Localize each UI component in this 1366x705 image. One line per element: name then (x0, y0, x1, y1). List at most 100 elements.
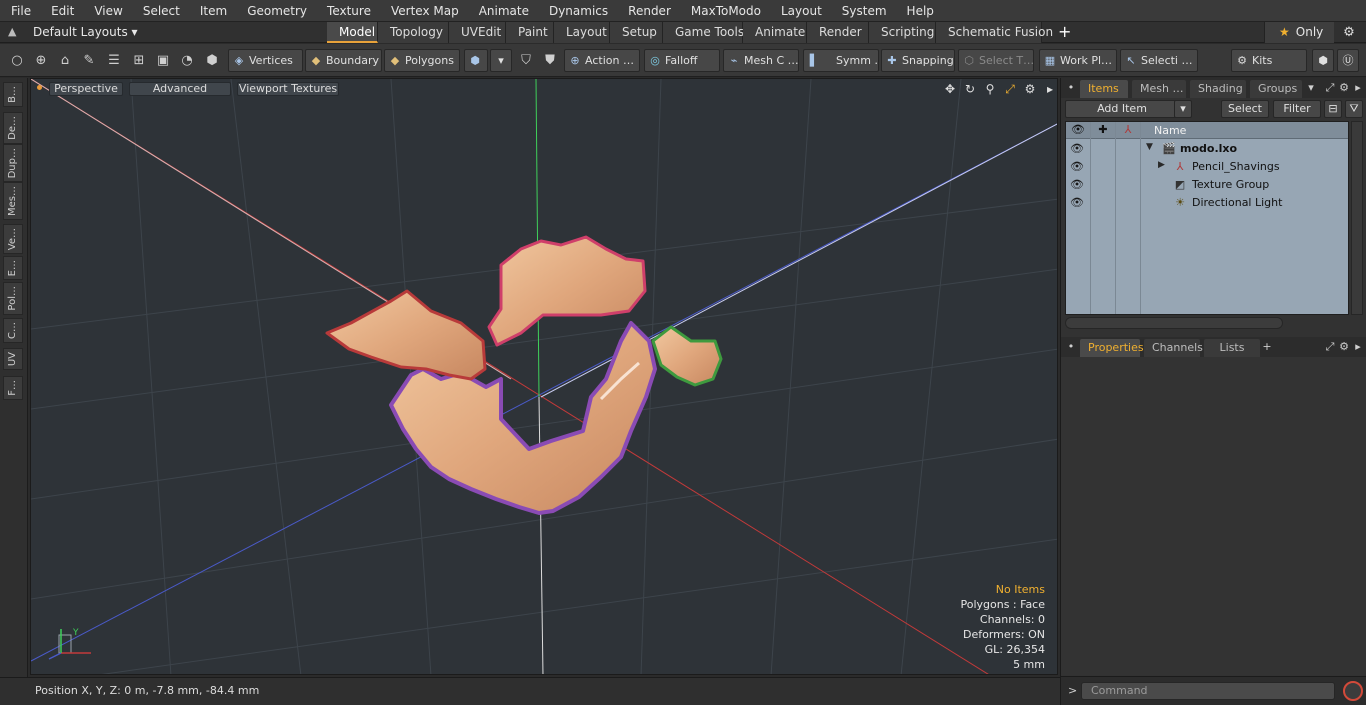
gear-icon[interactable]: ⚙ (1340, 24, 1358, 42)
tabs-dropdown-icon[interactable]: ▾ (1304, 80, 1318, 96)
viewport-textures-button[interactable]: Viewport Textures (237, 82, 339, 96)
filter-funnel-icon[interactable]: ⛛ (1345, 100, 1363, 118)
left-tab-uv[interactable]: UV (3, 348, 23, 371)
tab-properties[interactable]: Properties (1080, 339, 1144, 357)
tree-row-scene[interactable]: 👁 ▼ 🎬 modo.lxo (1066, 140, 1348, 158)
tab-uvedit[interactable]: UVEdit (449, 22, 506, 43)
menu-maxtomodo[interactable]: MaxToModo (680, 0, 770, 22)
menu-texture[interactable]: Texture (316, 0, 380, 22)
selection-sets-button[interactable]: ↖ Selecti … (1120, 49, 1198, 72)
visibility-eye-icon[interactable]: 👁 (1070, 142, 1084, 156)
advanced-button[interactable]: Advanced (129, 82, 231, 96)
item-mode-cube-icon[interactable]: ⬢ (202, 51, 222, 71)
left-tab-curve[interactable]: C… (3, 318, 23, 343)
panel-settings-icon[interactable]: ⚙ (1337, 80, 1351, 96)
vertices-button[interactable]: ◈ Vertices (228, 49, 303, 72)
rotate-view-icon[interactable]: ↻ (960, 81, 980, 97)
record-macro-icon[interactable] (1343, 681, 1363, 701)
tree-row-mesh[interactable]: 👁 ▶ ⅄ Pencil_Shavings (1066, 158, 1348, 176)
maximize-view-icon[interactable]: ⤢ (1000, 81, 1020, 97)
type-header-icon[interactable]: ⅄ (1121, 123, 1135, 136)
tree-horizontal-scrollbar[interactable] (1065, 317, 1283, 329)
unity-button[interactable]: ⬢ (1312, 49, 1334, 72)
add-item-button[interactable]: Add Item (1065, 100, 1179, 118)
kits-button[interactable]: ⚙ Kits (1231, 49, 1307, 72)
visibility-header-eye-icon[interactable]: 👁 (1071, 123, 1085, 136)
tab-game-tools[interactable]: Game Tools (663, 22, 744, 43)
layouts-dropdown[interactable]: Default Layouts ▾ (33, 22, 138, 43)
action-center-button[interactable]: ⊕ Action … (564, 49, 640, 72)
menu-item[interactable]: Item (189, 0, 236, 22)
align-icon[interactable]: ☰ (104, 51, 124, 71)
tree-row-texture-group[interactable]: 👁 ◩ Texture Group (1066, 176, 1348, 194)
panel-expand-icon[interactable]: ▸ (1351, 339, 1365, 355)
symmetry-button[interactable]: ▌ Symm … (803, 49, 879, 72)
menu-vertex-map[interactable]: Vertex Map (380, 0, 468, 22)
unreal-button[interactable]: Ⓤ (1337, 49, 1359, 72)
visibility-eye-icon[interactable]: 👁 (1070, 196, 1084, 210)
circle-select-icon[interactable]: ○ (7, 51, 27, 71)
tab-scripting[interactable]: Scripting (869, 22, 936, 43)
globe-icon[interactable]: ⊕ (31, 51, 51, 71)
left-tab-edge[interactable]: E… (3, 256, 23, 281)
left-tab-mesh-edit[interactable]: Mes… (3, 182, 23, 220)
brush-icon[interactable]: ✎ (79, 51, 99, 71)
menu-layout[interactable]: Layout (770, 0, 831, 22)
left-tab-vertex[interactable]: Ve… (3, 224, 23, 255)
left-tab-deform[interactable]: De… (3, 112, 23, 144)
visibility-eye-icon[interactable]: 👁 (1070, 160, 1084, 174)
menu-geometry[interactable]: Geometry (236, 0, 316, 22)
add-tab-plus-icon[interactable]: + (1058, 22, 1071, 42)
tree-row-light[interactable]: 👁 ☀ Directional Light (1066, 194, 1348, 212)
expand-triangle-icon[interactable]: ▶ (1158, 160, 1165, 170)
maximize-panel-icon[interactable]: ⤢ (1323, 80, 1337, 96)
work-plane-button[interactable]: ▦ Work Pl… (1039, 49, 1117, 72)
tab-groups[interactable]: Groups (1250, 80, 1302, 98)
tab-shading[interactable]: Shading (1190, 80, 1246, 98)
menu-file[interactable]: File (0, 0, 40, 22)
select-button[interactable]: Select (1221, 100, 1269, 118)
menu-help[interactable]: Help (896, 0, 943, 22)
pen-tool-icon[interactable]: ⌂ (55, 51, 75, 71)
tab-schematic-fusion[interactable]: Schematic Fusion (936, 22, 1053, 43)
menu-dynamics[interactable]: Dynamics (538, 0, 617, 22)
command-input[interactable]: Command (1081, 682, 1335, 700)
tab-lists[interactable]: Lists (1204, 339, 1260, 357)
symmetry-shield-icon[interactable]: ⛉ (516, 51, 536, 71)
boundary-button[interactable]: ◆ Boundary (305, 49, 382, 72)
add-item-dropdown[interactable]: ▾ (1174, 100, 1192, 118)
perspective-button[interactable]: Perspective (49, 82, 123, 96)
left-tab-polygon[interactable]: Pol… (3, 282, 23, 315)
tab-setup[interactable]: Setup (610, 22, 663, 43)
move-view-icon[interactable]: ✥ (940, 81, 960, 97)
menu-edit[interactable]: Edit (40, 0, 83, 22)
filter-button[interactable]: Filter (1273, 100, 1321, 118)
mode-dropdown-button[interactable]: ▾ (490, 49, 512, 72)
collapse-icon[interactable]: ⊟ (1324, 100, 1342, 118)
viewport-settings-icon[interactable]: ⚙ (1020, 81, 1040, 97)
lock-header-icon[interactable]: ✚ (1096, 123, 1110, 136)
mesh-constraint-button[interactable]: ⌁ Mesh C … (723, 49, 799, 72)
expand-triangle-icon[interactable]: ▼ (1146, 142, 1153, 152)
left-tab-duplicate[interactable]: Dup… (3, 144, 23, 183)
menu-render[interactable]: Render (617, 0, 680, 22)
menu-select[interactable]: Select (132, 0, 189, 22)
add-tab-plus-icon[interactable]: + (1260, 339, 1274, 355)
panel-settings-icon[interactable]: ⚙ (1337, 339, 1351, 355)
left-tab-fusion[interactable]: F… (3, 376, 23, 400)
pivot-shield-icon[interactable]: ⛊ (540, 51, 560, 71)
panel-expand-icon[interactable]: ▸ (1351, 80, 1365, 96)
tab-channels[interactable]: Channels (1144, 339, 1203, 357)
home-arrow-icon[interactable]: ▲ (8, 25, 22, 39)
3d-viewport[interactable]: Y Perspective Advanced Viewport Textures… (30, 78, 1058, 675)
tab-model[interactable]: Model (327, 22, 378, 43)
visibility-eye-icon[interactable]: 👁 (1070, 178, 1084, 192)
viewport-expand-arrow-icon[interactable]: ▸ (1040, 81, 1057, 97)
maximize-panel-icon[interactable]: ⤢ (1323, 339, 1337, 355)
only-toggle[interactable]: ★ Only (1264, 22, 1334, 43)
tab-render[interactable]: Render (807, 22, 869, 43)
name-column-header[interactable]: Name (1154, 124, 1186, 137)
menu-view[interactable]: View (83, 0, 131, 22)
snapping-button[interactable]: ✚ Snapping (881, 49, 955, 72)
zoom-view-icon[interactable]: ⚲ (980, 81, 1000, 97)
